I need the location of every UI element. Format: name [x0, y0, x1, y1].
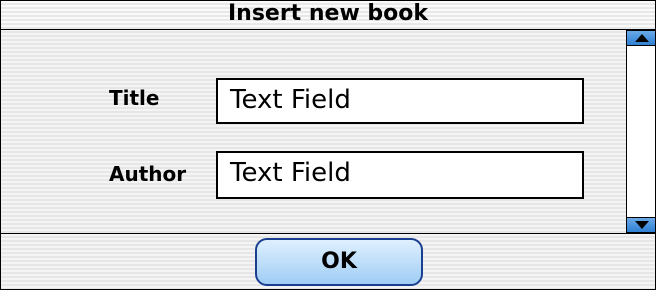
triangle-down-icon	[634, 221, 649, 229]
insert-book-window: Insert new book Title Text Field Author …	[0, 0, 656, 290]
ok-button[interactable]: OK	[255, 238, 423, 286]
title-field[interactable]: Text Field	[216, 78, 584, 124]
button-bar: OK	[1, 233, 655, 289]
window-title: Insert new book	[227, 1, 429, 26]
title-label: Title	[109, 86, 160, 110]
scroll-up-button[interactable]	[627, 30, 655, 46]
form-area: Title Text Field Author Text Field	[1, 30, 626, 234]
triangle-up-icon	[634, 34, 649, 42]
scroll-down-button[interactable]	[627, 217, 655, 233]
vertical-scrollbar[interactable]	[626, 30, 655, 233]
scroll-track[interactable]	[627, 46, 655, 217]
author-field[interactable]: Text Field	[216, 151, 584, 199]
title-bar: Insert new book	[1, 1, 655, 30]
author-label: Author	[109, 162, 187, 186]
